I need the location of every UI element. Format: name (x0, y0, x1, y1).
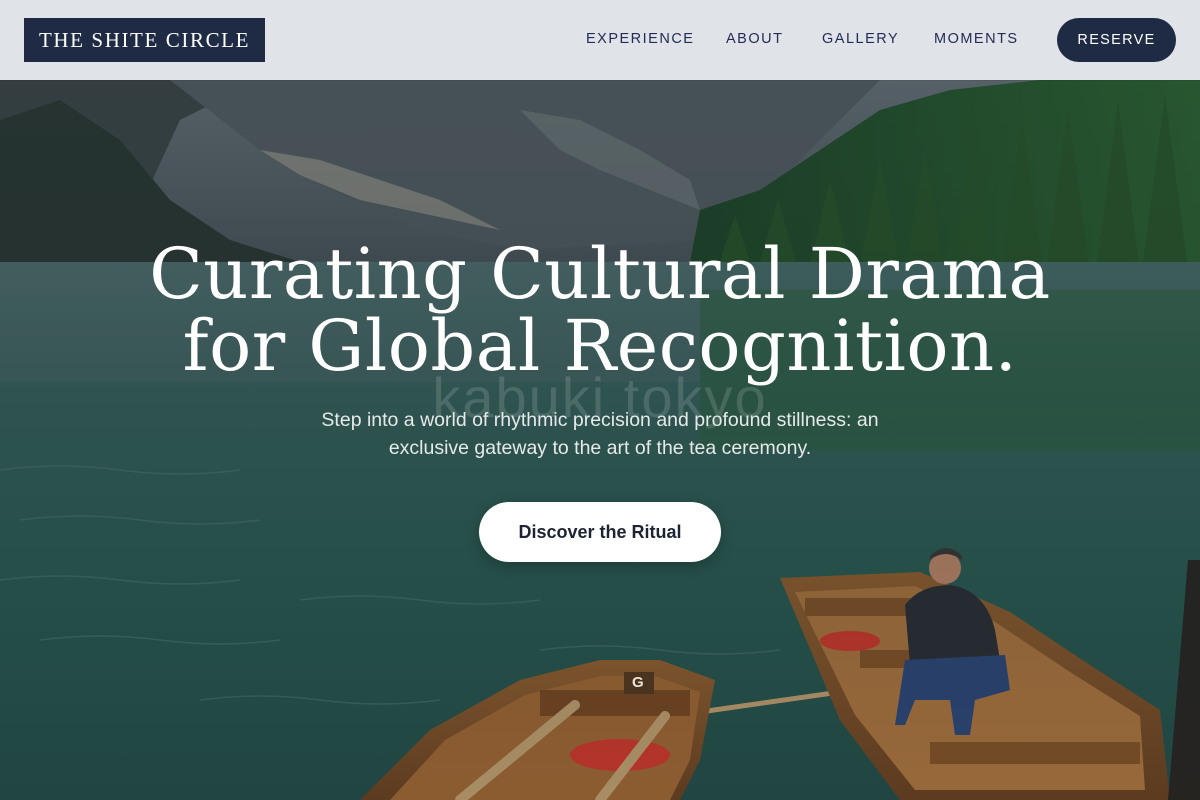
discover-ritual-button[interactable]: Discover the Ritual (479, 502, 721, 562)
hero-headline: Curating Cultural Drama for Global Recog… (100, 238, 1100, 382)
hero-subtitle: Step into a world of rhythmic precision … (321, 409, 879, 459)
nav-link-moments[interactable]: MOMENTS (934, 31, 1019, 47)
nav-link-gallery[interactable]: GALLERY (822, 31, 899, 47)
hero-headline-line-2: for Global Recognition. (182, 305, 1018, 387)
nav-link-experience[interactable]: EXPERIENCE (586, 31, 694, 47)
brand-logo[interactable]: THE SHITE CIRCLE (24, 18, 265, 62)
nav-link-about[interactable]: ABOUT (726, 31, 783, 47)
site-header: THE SHITE CIRCLE EXPERIENCE ABOUT GALLER… (0, 0, 1200, 80)
hero-headline-line-1: Curating Cultural Drama (149, 233, 1051, 315)
boat-letter-tag: G (632, 674, 644, 691)
reserve-button[interactable]: RESERVE (1057, 18, 1176, 62)
